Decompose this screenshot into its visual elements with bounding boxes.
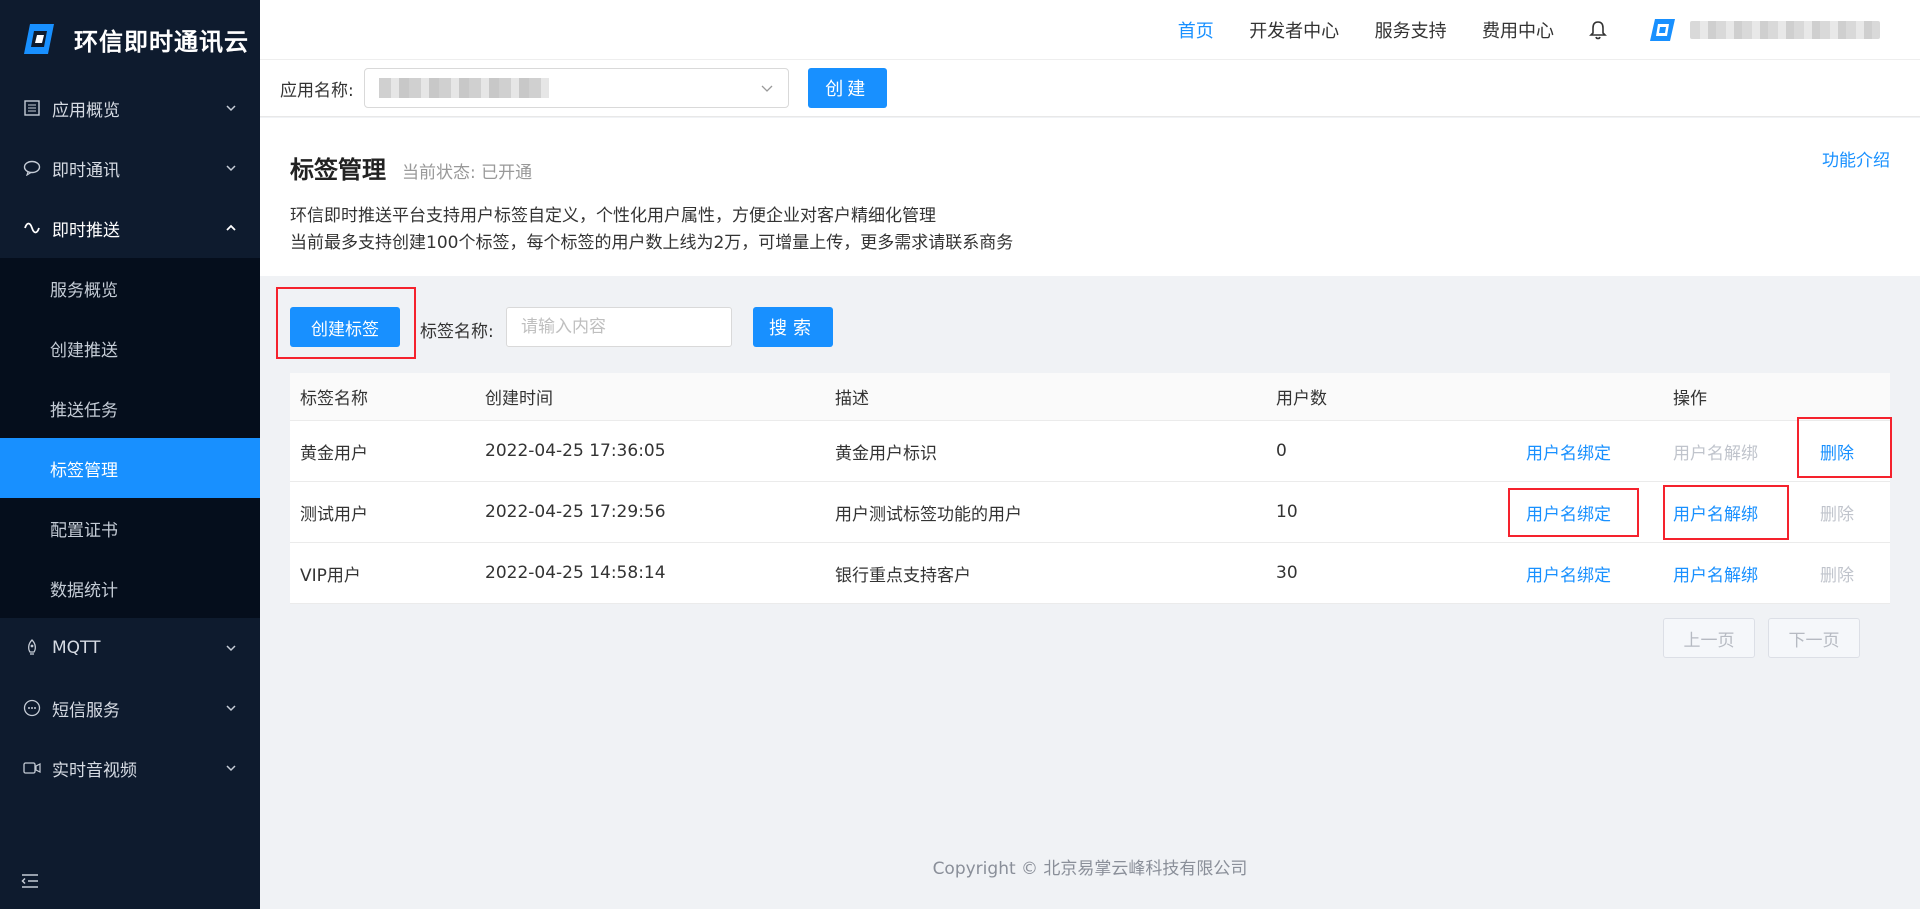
chevron-down-icon bbox=[226, 165, 236, 172]
logo-icon bbox=[24, 24, 54, 54]
cell-tag-name: VIP用户 bbox=[300, 565, 361, 586]
cell-description: 用户测试标签功能的用户 bbox=[835, 504, 1022, 525]
menu-im[interactable]: 即时通讯 bbox=[0, 138, 260, 198]
list-icon bbox=[22, 98, 42, 118]
unbind-username-link[interactable]: 用户名解绑 bbox=[1673, 561, 1758, 586]
cell-description: 银行重点支持客户 bbox=[835, 565, 971, 586]
nav-home[interactable]: 首页 bbox=[1178, 21, 1214, 42]
app-select[interactable] bbox=[363, 68, 789, 108]
menu-label: 短信服务 bbox=[52, 700, 120, 721]
brand[interactable]: 环信即时通讯云 bbox=[0, 0, 260, 78]
app-name-label: 应用名称: bbox=[280, 80, 354, 101]
col-description: 描述 bbox=[835, 389, 869, 409]
avatar bbox=[1650, 18, 1675, 41]
delete-link[interactable]: 删除 bbox=[1820, 561, 1854, 586]
col-user-count: 用户数 bbox=[1276, 389, 1327, 409]
username-blurred bbox=[1690, 20, 1880, 39]
table-row: 测试用户 2022-04-25 17:29:56 用户测试标签功能的用户 10 … bbox=[290, 482, 1890, 543]
description: 环信即时推送平台支持用户标签自定义，个性化用户属性，方便企业对客户精细化管理 当… bbox=[290, 203, 1920, 257]
feature-intro-link[interactable]: 功能介绍 bbox=[1822, 146, 1890, 171]
chevron-down-icon bbox=[226, 705, 236, 712]
description-line-2: 当前最多支持创建100个标签，每个标签的用户数上线为2万，可增量上传，更多需求请… bbox=[290, 233, 1014, 253]
menu-label: 即时推送 bbox=[52, 220, 120, 241]
collapse-sidebar-icon[interactable] bbox=[20, 871, 40, 891]
highlight-box bbox=[1663, 485, 1789, 540]
menu-label: 即时通讯 bbox=[52, 160, 120, 181]
cell-created-time: 2022-04-25 17:29:56 bbox=[485, 502, 666, 522]
menu-label: MQTT bbox=[52, 638, 101, 658]
col-created-time: 创建时间 bbox=[485, 389, 553, 409]
highlight-box bbox=[1508, 488, 1639, 537]
next-page-button[interactable]: 下一页 bbox=[1768, 618, 1860, 658]
cell-tag-name: 测试用户 bbox=[300, 504, 368, 525]
delete-link[interactable]: 删除 bbox=[1820, 500, 1854, 525]
top-nav: 首页 开发者中心 服务支持 费用中心 bbox=[1148, 17, 1554, 43]
app-name-blurred bbox=[378, 78, 549, 98]
chevron-down-icon bbox=[226, 105, 236, 112]
user-menu[interactable] bbox=[1648, 18, 1880, 42]
search-button[interactable]: 搜索 bbox=[753, 307, 833, 347]
cell-user-count: 10 bbox=[1276, 502, 1298, 522]
menu-app-overview[interactable]: 应用概览 bbox=[0, 78, 260, 138]
info-panel: 标签管理 当前状态: 已开通 功能介绍 环信即时推送平台支持用户标签自定义，个性… bbox=[260, 118, 1920, 276]
submenu-push-tasks[interactable]: 推送任务 bbox=[0, 378, 260, 438]
status-text: 当前状态: 已开通 bbox=[402, 163, 533, 183]
table-header: 标签名称 创建时间 描述 用户数 操作 bbox=[290, 373, 1890, 421]
cell-tag-name: 黄金用户 bbox=[300, 443, 368, 464]
chevron-up-icon bbox=[226, 224, 236, 231]
bell-icon[interactable] bbox=[1588, 19, 1608, 41]
col-actions: 操作 bbox=[1673, 389, 1707, 409]
app-selector-bar: 应用名称: 创建 bbox=[260, 60, 1920, 117]
cell-description: 黄金用户标识 bbox=[835, 443, 937, 464]
nav-support[interactable]: 服务支持 bbox=[1375, 21, 1447, 42]
push-icon bbox=[22, 218, 42, 238]
submenu-service-overview[interactable]: 服务概览 bbox=[0, 258, 260, 318]
tag-name-label: 标签名称: bbox=[420, 322, 494, 342]
highlight-box bbox=[1797, 417, 1892, 478]
bind-username-link[interactable]: 用户名绑定 bbox=[1526, 439, 1611, 464]
menu-label: 应用概览 bbox=[52, 100, 120, 121]
chevron-down-icon bbox=[226, 765, 236, 772]
tag-table: 标签名称 创建时间 描述 用户数 操作 黄金用户 2022-04-25 17:3… bbox=[290, 373, 1890, 604]
rocket-icon bbox=[22, 638, 42, 658]
cell-created-time: 2022-04-25 14:58:14 bbox=[485, 563, 666, 583]
col-tag-name: 标签名称 bbox=[300, 389, 368, 409]
submenu-create-push[interactable]: 创建推送 bbox=[0, 318, 260, 378]
prev-page-button[interactable]: 上一页 bbox=[1663, 618, 1755, 658]
menu-label: 实时音视频 bbox=[52, 760, 137, 781]
brand-name: 环信即时通讯云 bbox=[74, 27, 249, 56]
chat-icon bbox=[22, 158, 42, 178]
chevron-down-icon bbox=[761, 85, 773, 92]
cell-user-count: 30 bbox=[1276, 563, 1298, 583]
table-row: VIP用户 2022-04-25 14:58:14 银行重点支持客户 30 用户… bbox=[290, 543, 1890, 604]
table-row: 黄金用户 2022-04-25 17:36:05 黄金用户标识 0 用户名绑定 … bbox=[290, 421, 1890, 482]
top-header: 首页 开发者中心 服务支持 费用中心 bbox=[260, 0, 1920, 60]
sms-icon bbox=[22, 698, 42, 718]
description-line-1: 环信即时推送平台支持用户标签自定义，个性化用户属性，方便企业对客户精细化管理 bbox=[290, 206, 936, 226]
create-app-button[interactable]: 创建 bbox=[807, 68, 887, 108]
submenu-tag-management[interactable]: 标签管理 bbox=[0, 438, 260, 498]
sidebar: 环信即时通讯云 应用概览 即时通讯 即时推送 服务概览 创建推送 推送任务 标签… bbox=[0, 0, 260, 909]
footer-copyright: Copyright © 北京易掌云峰科技有限公司 bbox=[932, 859, 1248, 879]
menu-mqtt[interactable]: MQTT bbox=[0, 618, 260, 678]
nav-billing[interactable]: 费用中心 bbox=[1482, 21, 1554, 42]
nav-developer-center[interactable]: 开发者中心 bbox=[1249, 21, 1339, 42]
cell-created-time: 2022-04-25 17:36:05 bbox=[485, 441, 666, 461]
chevron-down-icon bbox=[226, 645, 236, 652]
submenu-statistics[interactable]: 数据统计 bbox=[0, 558, 260, 618]
menu-rtc[interactable]: 实时音视频 bbox=[0, 738, 260, 798]
tag-toolbar: 创建标签 标签名称: 搜索 bbox=[276, 286, 1896, 364]
menu-sms[interactable]: 短信服务 bbox=[0, 678, 260, 738]
submenu-certificates[interactable]: 配置证书 bbox=[0, 498, 260, 558]
create-tag-button[interactable]: 创建标签 bbox=[290, 307, 400, 347]
unbind-username-link[interactable]: 用户名解绑 bbox=[1673, 439, 1758, 464]
video-icon bbox=[22, 758, 42, 778]
cell-user-count: 0 bbox=[1276, 441, 1287, 461]
bind-username-link[interactable]: 用户名绑定 bbox=[1526, 561, 1611, 586]
tag-search-input[interactable] bbox=[506, 307, 732, 347]
push-submenu: 服务概览 创建推送 推送任务 标签管理 配置证书 数据统计 bbox=[0, 258, 260, 618]
page-title: 标签管理 bbox=[290, 156, 386, 184]
menu-push[interactable]: 即时推送 bbox=[0, 198, 260, 258]
